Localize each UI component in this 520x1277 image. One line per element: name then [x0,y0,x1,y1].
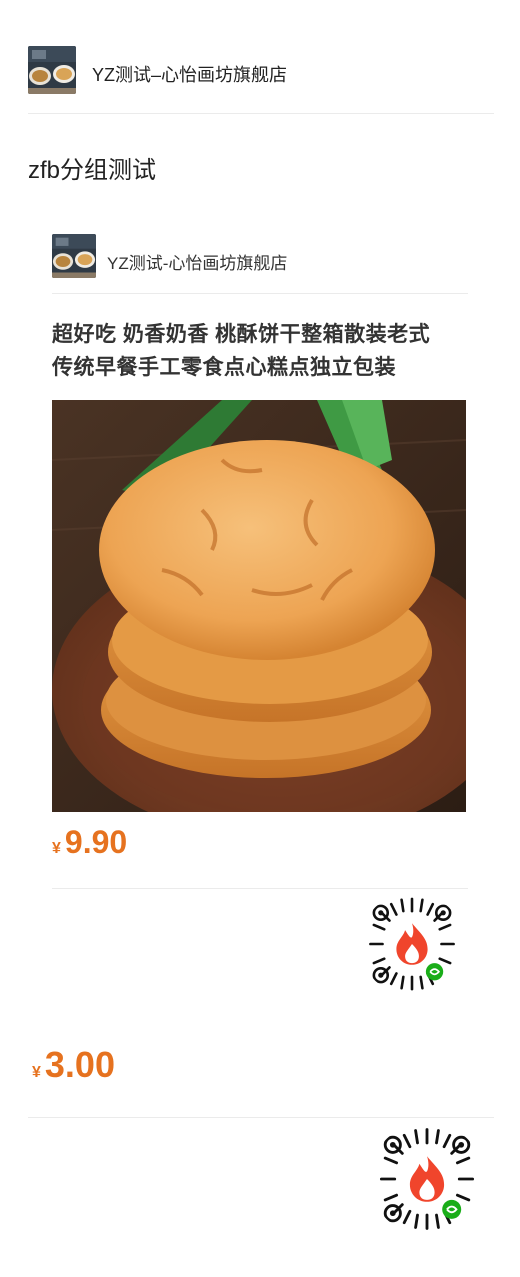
price-currency: ¥ [52,840,61,857]
second-price-currency: ¥ [32,1064,41,1081]
product-image[interactable] [52,400,466,812]
card-store-divider [52,293,468,294]
card-price-divider [52,888,468,889]
second-price: ¥3.00 [32,1044,115,1086]
product-title-line1: 超好吃 奶香奶香 桃酥饼干整箱散装老式 [52,323,431,346]
price-amount: 9.90 [64,824,128,860]
group-title: zfb分组测试 [28,157,157,184]
card-store-avatar [52,234,96,278]
store-avatar [28,46,76,94]
store-header[interactable]: YZ测试–心怡画坊旗舰店 [28,46,494,114]
product-title-line2: 传统早餐手工零食点心糕点独立包装 [52,356,396,379]
second-price-divider [28,1117,494,1118]
mini-program-qr-code-icon[interactable] [360,892,464,996]
card-store-name: YZ测试-心怡画坊旗舰店 [107,254,288,273]
product-title[interactable]: 超好吃 奶香奶香 桃酥饼干整箱散装老式 传统早餐手工零食点心糕点独立包装 [52,318,468,384]
store-name: YZ测试–心怡画坊旗舰店 [92,65,288,85]
mini-program-qr-code-icon[interactable] [370,1122,484,1236]
card-store-header[interactable]: YZ测试-心怡画坊旗舰店 [52,234,468,294]
header-divider [28,113,494,114]
second-price-amount: 3.00 [44,1044,115,1085]
product-price: ¥9.90 [52,824,127,861]
